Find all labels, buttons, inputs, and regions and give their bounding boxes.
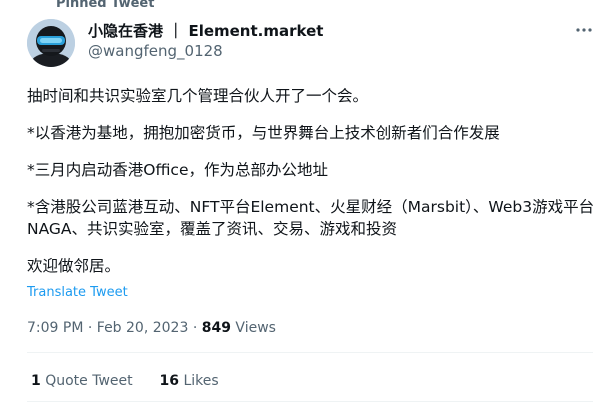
pinned-label: Pinned Tweet (56, 0, 155, 11)
tweet-date[interactable]: Feb 20, 2023 (97, 320, 189, 336)
quote-count: 1 (31, 373, 41, 389)
likes-stat[interactable]: 16 Likes (160, 371, 219, 391)
tweet-paragraph: *三月内启动香港Office，作为总部办公地址 (27, 161, 328, 179)
views-count: 849 (201, 320, 231, 336)
tweet-paragraph: *以香港为基地，拥抱加密货币，与世界舞台上技术创新者们合作发展 (27, 124, 500, 142)
likes-count: 16 (159, 373, 180, 389)
author-handle[interactable]: @wangfeng_0128 (88, 41, 223, 61)
tweet-text: 抽时间和共识实验室几个管理合伙人开了一个会。 *以香港为基地，拥抱加密货币，与世… (27, 85, 597, 277)
quote-label: Quote Tweet (45, 373, 133, 389)
quote-tweets-stat[interactable]: 1 Quote Tweet (31, 371, 133, 391)
translate-tweet-link[interactable]: Translate Tweet (27, 285, 128, 300)
tweet-meta: 7:09 PM · Feb 20, 2023 · 849 Views (27, 318, 276, 338)
author-name[interactable]: 小隐在香港 ｜ Element.market (88, 21, 323, 41)
tweet-stats: 1 Quote Tweet 16 Likes (31, 371, 219, 391)
tweet-time[interactable]: 7:09 PM (27, 320, 83, 336)
tweet-paragraph: 抽时间和共识实验室几个管理合伙人开了一个会。 (27, 87, 369, 105)
more-icon[interactable] (574, 20, 594, 40)
avatar-image (27, 19, 75, 67)
tweet-paragraph: *含港股公司蓝港互动、NFT平台Element、火星财经（Marsbit）、We… (27, 198, 595, 238)
views-label: Views (235, 320, 276, 336)
likes-label: Likes (183, 373, 219, 389)
tweet-paragraph: 欢迎做邻居。 (27, 257, 121, 275)
avatar[interactable] (27, 19, 75, 67)
meta-separator: · (87, 320, 97, 336)
divider (27, 352, 593, 353)
meta-separator: · (192, 320, 202, 336)
